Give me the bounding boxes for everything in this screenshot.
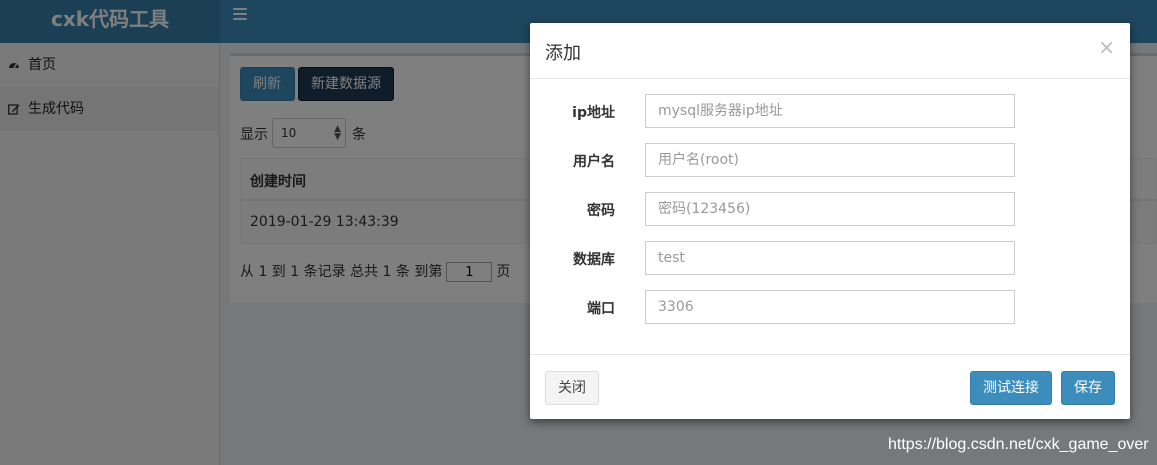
modal-footer: 关闭 测试连接 保存 — [530, 354, 1130, 420]
modal-header: 添加 × — [530, 23, 1130, 79]
port-label: 端口 — [587, 301, 615, 317]
password-input[interactable] — [645, 192, 1015, 226]
add-datasource-modal: 添加 × ip地址 用户名 密码 数据库 端口 关闭 测试连接 保存 — [530, 23, 1130, 419]
close-button[interactable]: 关闭 — [545, 371, 599, 405]
close-icon[interactable]: × — [1098, 37, 1115, 57]
username-input[interactable] — [645, 143, 1015, 177]
port-input[interactable] — [645, 290, 1015, 324]
modal-title: 添加 — [545, 43, 581, 64]
save-button[interactable]: 保存 — [1061, 371, 1115, 405]
database-label: 数据库 — [573, 252, 615, 268]
form-row-port: 端口 — [530, 290, 1130, 324]
ip-input[interactable] — [645, 94, 1015, 128]
watermark: https://blog.csdn.net/cxk_game_over — [888, 436, 1149, 453]
form-row-password: 密码 — [530, 192, 1130, 226]
test-connection-button[interactable]: 测试连接 — [970, 371, 1052, 405]
form-row-username: 用户名 — [530, 143, 1130, 177]
password-label: 密码 — [587, 203, 615, 219]
form-row-database: 数据库 — [530, 241, 1130, 275]
username-label: 用户名 — [573, 154, 615, 170]
form-row-ip: ip地址 — [530, 94, 1130, 128]
ip-label: ip地址 — [572, 105, 615, 121]
database-input[interactable] — [645, 241, 1015, 275]
